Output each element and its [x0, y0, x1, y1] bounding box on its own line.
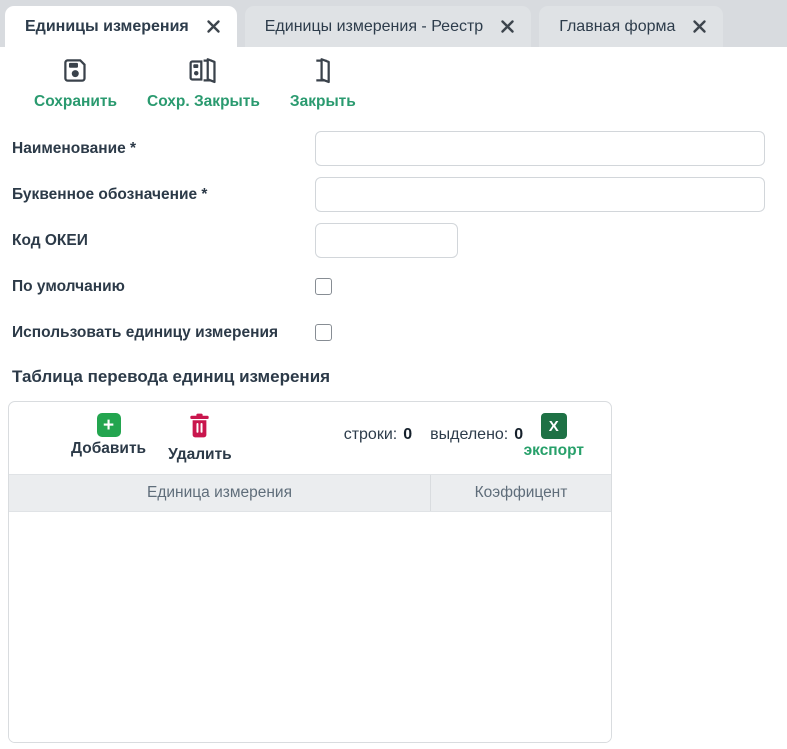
close-icon[interactable] [500, 19, 515, 34]
open-door-icon [309, 57, 336, 89]
use-unit-checkbox-label: Использовать единицу измерения [12, 324, 315, 342]
add-row-button-label: Добавить [71, 440, 146, 458]
letter-code-field[interactable] [315, 177, 765, 212]
tab-bar: Единицы измерения Единицы измерения - Ре… [0, 0, 787, 47]
okei-code-field[interactable] [315, 223, 458, 258]
save-button-label: Сохранить [34, 93, 117, 111]
conversion-table-title: Таблица перевода единиц измерения [12, 367, 787, 387]
save-close-button[interactable]: Сохр. Закрыть [147, 57, 260, 111]
trash-icon [188, 413, 211, 443]
table-body-empty[interactable] [9, 512, 611, 742]
tab-label: Единицы измерения - Реестр [265, 18, 483, 36]
delete-row-button[interactable]: Удалить [168, 413, 232, 464]
tab-label: Единицы измерения [25, 18, 189, 36]
rows-count-label: строки: [344, 426, 398, 444]
rows-count: строки: 0 [344, 426, 412, 444]
tab-main-form[interactable]: Главная форма [539, 6, 723, 47]
column-header-coefficient[interactable]: Коэффицент [431, 475, 611, 511]
close-button[interactable]: Закрыть [290, 57, 356, 111]
tab-units[interactable]: Единицы измерения [5, 6, 237, 47]
add-row-button[interactable]: + Добавить [71, 413, 146, 458]
save-close-button-label: Сохр. Закрыть [147, 93, 260, 111]
form-row-okei-code: Код ОКЕИ [12, 223, 787, 258]
close-icon[interactable] [692, 19, 707, 34]
selected-count-value: 0 [514, 426, 523, 444]
default-checkbox-label: По умолчанию [12, 278, 315, 296]
close-button-label: Закрыть [290, 93, 356, 111]
table-header-row: Единица измерения Коэффицент [9, 474, 611, 512]
column-header-unit[interactable]: Единица измерения [9, 475, 431, 511]
form-row-use-unit: Использовать единицу измерения [12, 315, 787, 350]
close-icon[interactable] [206, 19, 221, 34]
selected-count-label: выделено: [430, 426, 508, 444]
floppy-disk-icon [62, 57, 89, 89]
tab-units-registry[interactable]: Единицы измерения - Реестр [245, 6, 531, 47]
export-button-label: экспорт [524, 442, 584, 460]
unit-form: Наименование * Буквенное обозначение * К… [0, 117, 787, 350]
selected-count: выделено: 0 [430, 426, 523, 444]
tab-label: Главная форма [559, 18, 675, 36]
excel-x-icon: X [541, 413, 567, 439]
save-button[interactable]: Сохранить [34, 57, 117, 111]
form-row-letter-code: Буквенное обозначение * [12, 177, 787, 212]
use-unit-checkbox[interactable] [315, 324, 332, 341]
okei-code-field-label: Код ОКЕИ [12, 232, 315, 250]
table-toolbar: + Добавить Удалить строки: 0 выделен [9, 402, 611, 474]
export-button[interactable]: X экспорт [524, 413, 584, 460]
row-counters: строки: 0 выделено: 0 [344, 426, 523, 444]
plus-icon: + [97, 413, 121, 437]
rows-count-value: 0 [403, 426, 412, 444]
main-toolbar: Сохранить Сохр. Закрыть Закрыть [0, 47, 787, 117]
form-row-default: По умолчанию [12, 269, 787, 304]
form-row-name: Наименование * [12, 131, 787, 166]
name-field[interactable] [315, 131, 765, 166]
name-field-label: Наименование * [12, 140, 315, 158]
conversion-table-panel: + Добавить Удалить строки: 0 выделен [8, 401, 612, 743]
default-checkbox[interactable] [315, 278, 332, 295]
delete-row-button-label: Удалить [168, 446, 232, 464]
letter-code-field-label: Буквенное обозначение * [12, 186, 315, 204]
floppy-door-icon [188, 57, 218, 89]
